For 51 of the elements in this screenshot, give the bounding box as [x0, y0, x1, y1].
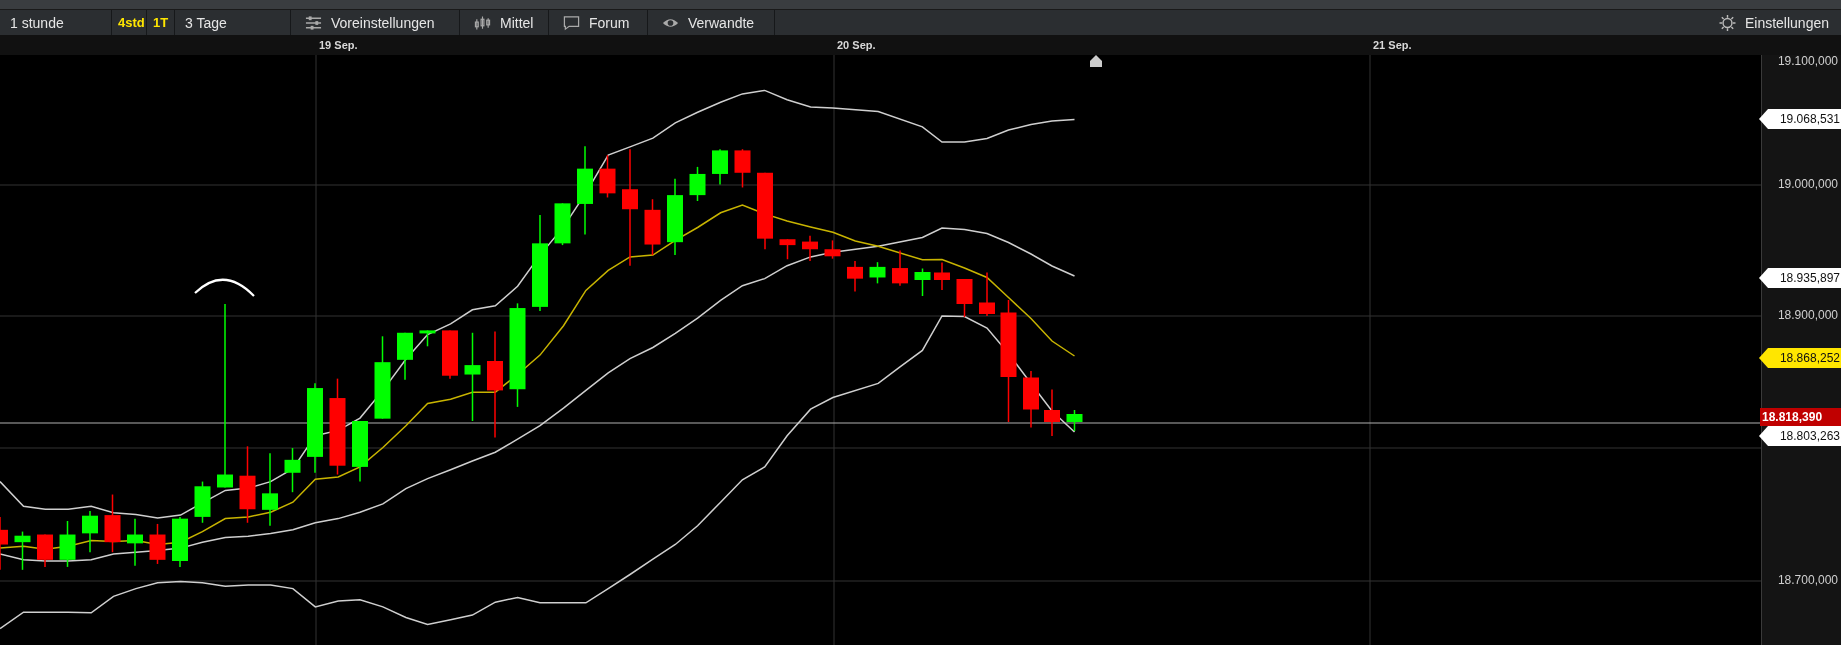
candlestick	[979, 271, 995, 317]
candlestick	[802, 234, 818, 262]
candlestick	[892, 249, 908, 287]
candlestick	[127, 517, 143, 567]
price-tag: 18.803,263	[1759, 426, 1841, 446]
price-tag: 19.068,531	[1759, 109, 1841, 129]
price-axis-label: 19.000,000	[1777, 177, 1838, 191]
candlestick	[1066, 409, 1083, 432]
settings-icon	[1718, 14, 1736, 31]
candlestick	[644, 198, 661, 256]
candlestick	[442, 329, 458, 380]
candlestick	[1023, 370, 1039, 429]
candlestick	[419, 329, 436, 348]
speech-bubble-icon	[563, 14, 580, 31]
candlestick	[914, 267, 931, 297]
candlestick	[554, 202, 571, 246]
candlestick	[689, 166, 706, 202]
candlestick	[712, 148, 728, 186]
candlestick	[104, 493, 121, 553]
candlestick	[149, 523, 166, 565]
price-tag: 18.935,897	[1759, 268, 1841, 288]
candlestick	[194, 480, 211, 524]
candlestick	[956, 278, 973, 318]
candlestick	[779, 238, 796, 260]
candlestick	[59, 520, 76, 568]
candlestick	[934, 261, 950, 291]
candlestick	[1044, 388, 1060, 437]
candlestick-icon	[474, 14, 491, 31]
price-axis-label: 18.700,000	[1777, 573, 1838, 587]
price-tag: 18.868,252	[1759, 348, 1841, 368]
candlestick	[734, 148, 751, 189]
date-axis-label: 21 Sep.	[1373, 39, 1412, 51]
candlestick	[397, 332, 413, 381]
candlestick	[37, 533, 53, 568]
candlestick	[869, 261, 886, 285]
candlestick	[172, 516, 188, 568]
date-axis-label: 19 Sep.	[319, 39, 358, 51]
hand-drawn-arc	[194, 278, 255, 297]
price-tag: 18.818,390	[1760, 408, 1841, 426]
candlestick	[284, 447, 301, 493]
candlestick	[847, 260, 863, 293]
candlestick	[0, 516, 8, 571]
sliders-icon	[305, 14, 322, 31]
candlestick	[824, 239, 841, 260]
date-axis-label: 20 Sep.	[837, 39, 876, 51]
candlestick	[352, 420, 368, 483]
candlestick	[14, 530, 31, 571]
price-axis-label: 18.900,000	[1777, 308, 1838, 322]
candlestick	[82, 510, 98, 553]
candlestick	[599, 154, 616, 199]
price-axis-label: 19.100,000	[1777, 54, 1838, 68]
